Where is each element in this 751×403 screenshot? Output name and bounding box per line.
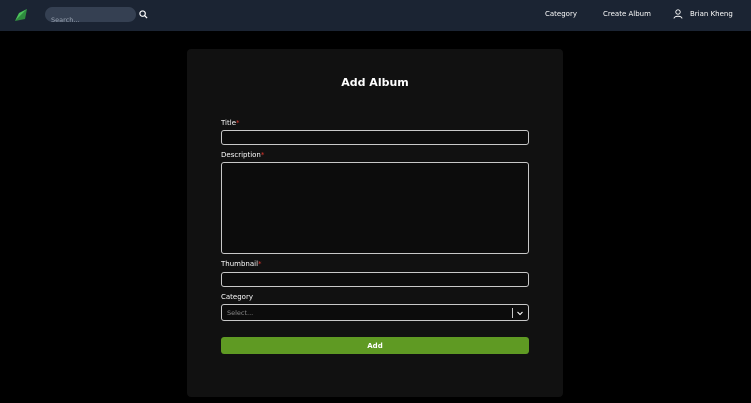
add-album-card: Add Album Title* Description* Thumbnail*… — [187, 49, 563, 397]
page-title: Add Album — [341, 76, 409, 89]
thumbnail-input[interactable] — [221, 272, 529, 287]
title-label: Title* — [221, 119, 240, 127]
search-box — [45, 7, 136, 28]
description-label: Description* — [221, 151, 265, 159]
chevron-down-icon[interactable] — [516, 309, 524, 317]
search-icon[interactable] — [139, 10, 148, 19]
required-mark: * — [258, 260, 262, 268]
category-select[interactable]: Select... — [221, 304, 529, 321]
leaf-logo-icon[interactable] — [13, 7, 29, 23]
required-mark: * — [236, 119, 240, 127]
add-button[interactable]: Add — [221, 337, 529, 354]
thumbnail-label: Thumbnail* — [221, 260, 262, 268]
select-divider — [512, 308, 513, 318]
nav-link-create-album[interactable]: Create Album — [603, 10, 651, 18]
top-navbar: Category Create Album Brian Kheng — [0, 0, 751, 31]
category-select-placeholder: Select... — [227, 309, 254, 317]
user-name[interactable]: Brian Kheng — [690, 10, 733, 18]
description-textarea[interactable] — [221, 162, 529, 254]
nav-link-category[interactable]: Category — [545, 10, 577, 18]
title-input[interactable] — [221, 130, 529, 145]
required-mark: * — [260, 151, 265, 159]
user-icon[interactable] — [673, 9, 683, 19]
search-input[interactable] — [45, 12, 136, 28]
category-label: Category — [221, 293, 253, 301]
